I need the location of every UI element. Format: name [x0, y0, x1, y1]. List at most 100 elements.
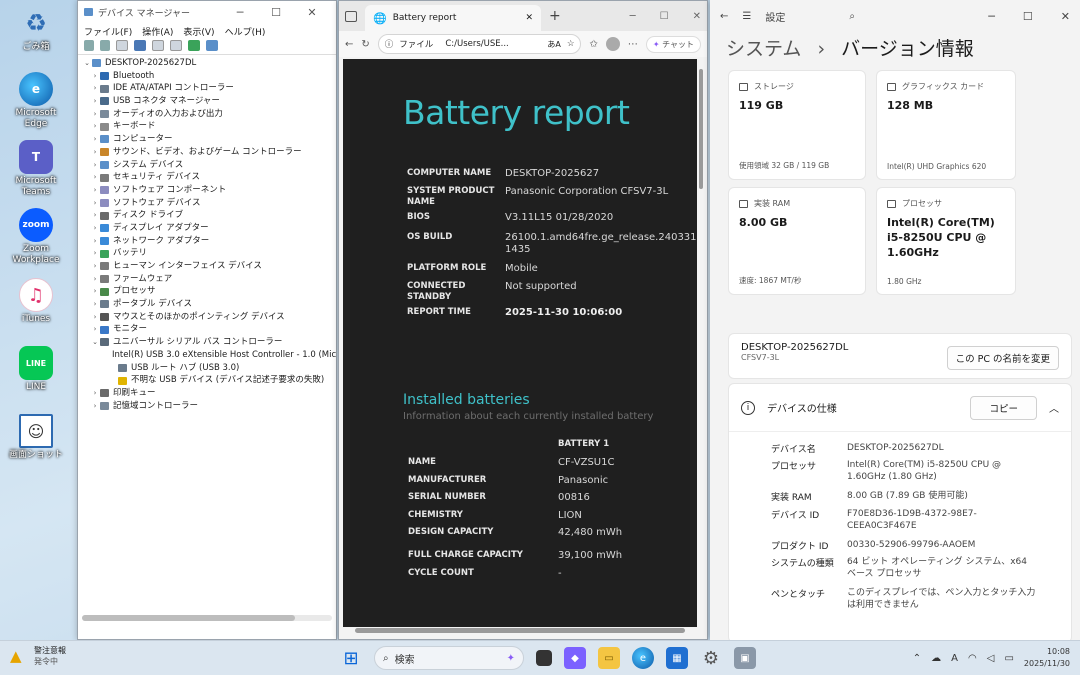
- recycle-bin-shortcut[interactable]: ♻ ごみ箱: [3, 6, 69, 53]
- tab-actions-icon[interactable]: [345, 10, 357, 22]
- collapse-icon[interactable]: ⌄: [82, 57, 92, 70]
- favorites-icon[interactable]: ✩: [589, 39, 597, 50]
- tree-item[interactable]: › プロセッサ: [82, 285, 332, 298]
- chevron-right-icon[interactable]: ›: [90, 260, 100, 273]
- vertical-scrollbar[interactable]: [697, 63, 705, 623]
- ime-indicator[interactable]: A: [951, 653, 958, 664]
- monitor-icon[interactable]: [206, 40, 218, 51]
- new-tab-button[interactable]: +: [549, 8, 561, 24]
- copilot-app-icon[interactable]: ◆: [564, 647, 586, 669]
- menu-help[interactable]: ヘルプ(H): [225, 25, 266, 38]
- forward-icon[interactable]: [100, 40, 110, 51]
- tree-child-item[interactable]: USB ルート ハブ (USB 3.0): [82, 362, 332, 375]
- tree-item[interactable]: › IDE ATA/ATAPI コントローラー: [82, 82, 332, 95]
- tree-item[interactable]: › キーボード: [82, 120, 332, 133]
- profile-avatar[interactable]: [605, 37, 620, 51]
- speaker-icon[interactable]: ◁: [987, 653, 995, 664]
- favorite-star-icon[interactable]: ☆: [567, 39, 575, 49]
- chevron-up-icon[interactable]: ⌃: [913, 653, 921, 664]
- tree-item[interactable]: › オーディオの入力および出力: [82, 108, 332, 121]
- weather-widget[interactable]: ▲ 警注意報 発令中: [10, 645, 66, 667]
- tree-item[interactable]: › ソフトウェア コンポーネント: [82, 184, 332, 197]
- chevron-right-icon[interactable]: ›: [90, 82, 100, 95]
- tree-item[interactable]: › Bluetooth: [82, 70, 332, 83]
- menu-action[interactable]: 操作(A): [142, 25, 173, 38]
- tree-item[interactable]: › サウンド、ビデオ、およびゲーム コントローラー: [82, 146, 332, 159]
- list-icon[interactable]: [170, 40, 182, 51]
- close-button[interactable]: ✕: [1061, 10, 1070, 23]
- chevron-right-icon[interactable]: ›: [90, 184, 100, 197]
- tree-child-item[interactable]: Intel(R) USB 3.0 eXtensible Host Control…: [82, 349, 336, 362]
- chevron-right-icon[interactable]: ›: [90, 387, 100, 400]
- wifi-icon[interactable]: ◠: [968, 653, 977, 664]
- clock[interactable]: 10:08 2025/11/30: [1024, 646, 1070, 670]
- windows-start-icon[interactable]: ⊞: [340, 647, 362, 669]
- back-icon[interactable]: ←: [345, 39, 353, 50]
- chevron-right-icon[interactable]: ›: [90, 171, 100, 184]
- chevron-right-icon[interactable]: ›: [90, 285, 100, 298]
- tree-item[interactable]: › ポータブル デバイス: [82, 298, 332, 311]
- chevron-right-icon[interactable]: ›: [90, 70, 100, 83]
- refresh-icon[interactable]: ↻: [361, 39, 369, 50]
- maximize-button[interactable]: ☐: [660, 11, 669, 22]
- tree-item[interactable]: › ディスク ドライブ: [82, 209, 332, 222]
- chevron-right-icon[interactable]: ›: [90, 159, 100, 172]
- collapse-icon[interactable]: ⌄: [90, 336, 100, 349]
- maximize-button[interactable]: ☐: [258, 6, 294, 19]
- tree-item[interactable]: › システム デバイス: [82, 159, 332, 172]
- tree-item[interactable]: › 印刷キュー: [82, 387, 332, 400]
- settings-gear-icon[interactable]: ⚙: [700, 647, 722, 669]
- device-specs-header[interactable]: i デバイスの仕様 コピー ︿: [729, 384, 1071, 432]
- horizontal-scrollbar[interactable]: [345, 628, 695, 635]
- itunes-shortcut[interactable]: ♫ iTunes: [3, 278, 69, 325]
- breadcrumb-system[interactable]: システム: [726, 38, 801, 60]
- tab-close-icon[interactable]: ✕: [525, 13, 533, 23]
- tree-item[interactable]: › 記憶域コントローラー: [82, 400, 332, 413]
- back-icon[interactable]: ←: [720, 11, 728, 22]
- chevron-right-icon[interactable]: ›: [90, 209, 100, 222]
- chevron-right-icon[interactable]: ›: [90, 400, 100, 413]
- tab-battery-report[interactable]: 🌐 Battery report ✕: [365, 5, 541, 31]
- properties-icon[interactable]: [116, 40, 128, 51]
- tree-item[interactable]: › ソフトウェア デバイス: [82, 197, 332, 210]
- menu-icon[interactable]: ☰: [742, 11, 751, 22]
- minimize-button[interactable]: ─: [222, 6, 258, 19]
- tree-item[interactable]: › ファームウェア: [82, 273, 332, 286]
- chevron-right-icon[interactable]: ›: [90, 273, 100, 286]
- tree-item[interactable]: ⌄ ユニバーサル シリアル バス コントローラー: [82, 336, 332, 349]
- scan-hardware-icon[interactable]: [188, 40, 200, 51]
- help-icon[interactable]: [134, 40, 146, 51]
- tree-item[interactable]: › マウスとそのほかのポインティング デバイス: [82, 311, 332, 324]
- address-field[interactable]: ⓘ ファイル C:/Users/USE... あA ☆: [377, 34, 582, 54]
- minimize-button[interactable]: ─: [630, 11, 636, 22]
- chevron-right-icon[interactable]: ›: [90, 197, 100, 210]
- battery-icon[interactable]: ▭: [1004, 653, 1013, 664]
- read-aloud-button[interactable]: あA: [547, 39, 560, 50]
- chevron-right-icon[interactable]: ›: [90, 323, 100, 336]
- tree-item[interactable]: › ヒューマン インターフェイス デバイス: [82, 260, 332, 273]
- close-button[interactable]: ✕: [294, 6, 330, 19]
- chevron-right-icon[interactable]: ›: [90, 298, 100, 311]
- chevron-up-icon[interactable]: ︿: [1049, 400, 1059, 415]
- horizontal-scrollbar[interactable]: [82, 615, 332, 621]
- screenshot-shortcut[interactable]: ☺ 画面ショット: [3, 414, 69, 461]
- view-icon[interactable]: [152, 40, 164, 51]
- tree-root[interactable]: ⌄ DESKTOP-2025627DL: [82, 57, 332, 70]
- menu-file[interactable]: ファイル(F): [84, 25, 132, 38]
- rename-pc-button[interactable]: この PC の名前を変更: [946, 346, 1059, 370]
- teams-shortcut[interactable]: T Microsoft Teams: [3, 140, 69, 198]
- maximize-button[interactable]: ☐: [1023, 10, 1033, 23]
- menu-view[interactable]: 表示(V): [183, 25, 214, 38]
- minimize-button[interactable]: ─: [988, 10, 995, 23]
- close-button[interactable]: ✕: [693, 11, 701, 22]
- tree-item[interactable]: › USB コネクタ マネージャー: [82, 95, 332, 108]
- tree-item[interactable]: › ネットワーク アダプター: [82, 235, 332, 248]
- copy-button[interactable]: コピー: [970, 395, 1037, 420]
- zoom-shortcut[interactable]: zoom Zoom Workplace: [3, 208, 69, 266]
- extensions-icon[interactable]: ⋯: [628, 39, 638, 50]
- tree-item[interactable]: › ディスプレイ アダプター: [82, 222, 332, 235]
- tree-item[interactable]: › セキュリティ デバイス: [82, 171, 332, 184]
- chevron-right-icon[interactable]: ›: [90, 235, 100, 248]
- chevron-right-icon[interactable]: ›: [90, 95, 100, 108]
- taskbar-search[interactable]: ⌕ 検索 ✦: [374, 646, 524, 670]
